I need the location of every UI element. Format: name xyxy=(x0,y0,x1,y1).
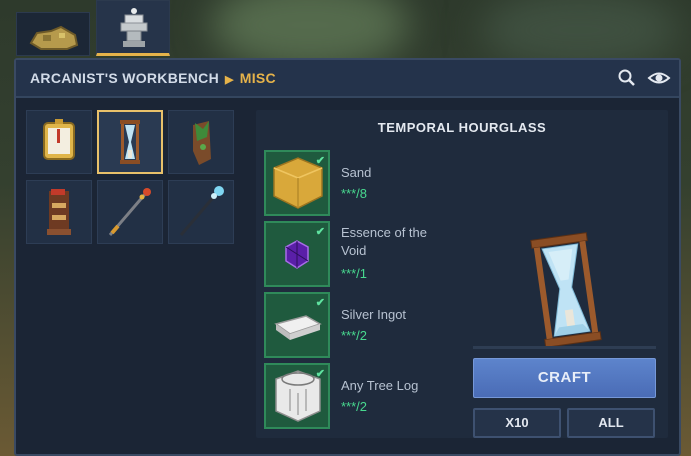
bench-tab-inactive[interactable] xyxy=(16,12,90,56)
ingredient-slot[interactable]: ✔ xyxy=(264,221,330,287)
tiki-totem-item-icon xyxy=(47,189,71,235)
stone-bench-icon xyxy=(29,25,79,50)
ingredient-name: Any Tree Log xyxy=(341,378,419,393)
search-icon[interactable] xyxy=(617,68,637,88)
check-icon: ✔ xyxy=(315,226,325,238)
craft-button[interactable]: CRAFT xyxy=(473,358,656,398)
recipe-slot-selected[interactable] xyxy=(97,110,163,174)
vine-totem-item-icon xyxy=(193,121,211,165)
ingredient-name: Sand xyxy=(341,165,372,180)
hourglass-item-icon xyxy=(120,120,140,164)
ingredient-quantity: ***/2 xyxy=(341,399,368,414)
chevron-right-icon: ▶ xyxy=(225,74,234,86)
ingredient-slot[interactable]: ✔ xyxy=(264,363,330,429)
ice-staff-item-icon xyxy=(179,186,224,236)
crafting-window: ARCANIST'S WORKBENCH ▶ MISC TEMPORAL HOU… xyxy=(14,58,681,456)
breadcrumb-category: MISC xyxy=(239,70,276,86)
arcanist-bench-icon xyxy=(120,8,148,47)
recipe-slot[interactable] xyxy=(168,110,234,174)
ingredient-slot[interactable]: ✔ xyxy=(264,292,330,358)
recipe-slot[interactable] xyxy=(168,180,234,244)
recipe-slot[interactable] xyxy=(26,110,92,174)
check-icon: ✔ xyxy=(315,297,325,309)
craft-all-button[interactable]: ALL xyxy=(567,408,655,438)
bench-tab-active[interactable] xyxy=(96,0,170,56)
ingredient-quantity: ***/8 xyxy=(341,186,368,201)
eye-icon[interactable] xyxy=(647,68,671,88)
recipe-slot[interactable] xyxy=(97,180,163,244)
recipe-detail-pane: TEMPORAL HOURGLASS ✔ Sand ***/8 ✔ Essenc… xyxy=(256,110,668,438)
ingredient-name: Silver Ingot xyxy=(341,307,407,322)
ingredient-slot[interactable]: ✔ xyxy=(264,150,330,216)
window-header: ARCANIST'S WORKBENCH ▶ MISC xyxy=(16,60,679,98)
breadcrumb: ARCANIST'S WORKBENCH ▶ MISC xyxy=(30,70,276,86)
breadcrumb-bench[interactable]: ARCANIST'S WORKBENCH xyxy=(30,70,219,86)
compass-item-icon xyxy=(43,119,75,160)
hourglass-preview-icon xyxy=(530,232,602,348)
check-icon: ✔ xyxy=(315,155,325,167)
recipe-slot[interactable] xyxy=(26,180,92,244)
check-icon: ✔ xyxy=(315,368,325,380)
craft-x10-button[interactable]: X10 xyxy=(473,408,561,438)
ingredient-quantity: ***/2 xyxy=(341,328,368,343)
ingredient-name: Essence of the Void xyxy=(341,225,427,258)
fire-staff-item-icon xyxy=(108,188,151,236)
divider xyxy=(473,346,656,349)
ingredient-quantity: ***/1 xyxy=(341,266,368,281)
recipe-title: TEMPORAL HOURGLASS xyxy=(377,120,547,135)
